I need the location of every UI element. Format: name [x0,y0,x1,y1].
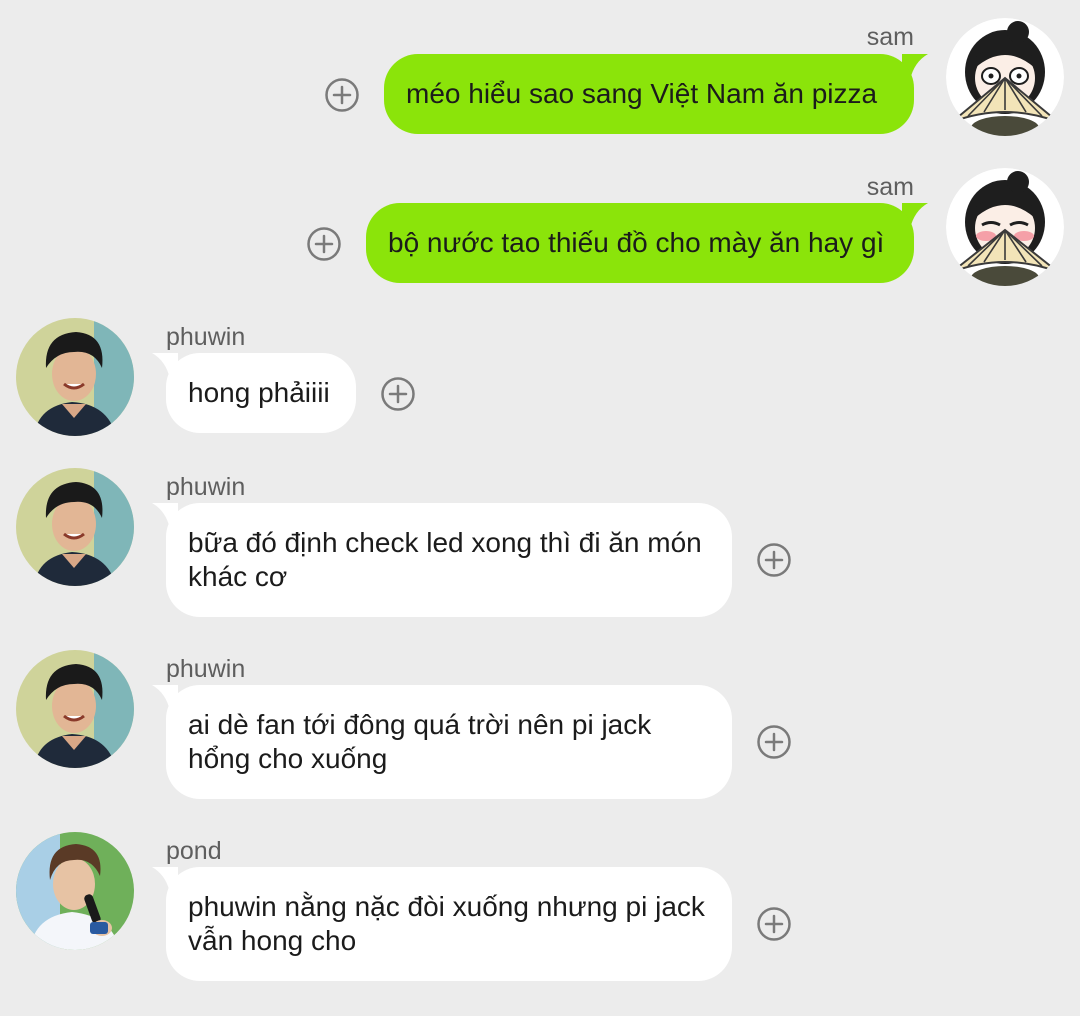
message-text: phuwin nằng nặc đòi xuống nhưng pi jack … [188,891,705,956]
message-text: hong phảiiii [188,377,330,408]
fan-girl-blush-avatar-icon [946,168,1064,286]
message-bubble[interactable]: bộ nước tao thiếu đồ cho mày ăn hay gì [366,203,914,283]
message-bubble[interactable]: bữa đó định check led xong thì đi ăn món… [166,503,732,617]
sender-avatar[interactable] [16,650,134,768]
add-reaction-button[interactable] [306,226,342,262]
add-reaction-icon [757,907,791,941]
fan-girl-avatar-icon [946,18,1064,136]
sender-avatar[interactable] [946,168,1064,286]
add-reaction-icon [757,543,791,577]
add-reaction-button[interactable] [380,376,416,412]
message-bubble[interactable]: phuwin nằng nặc đòi xuống nhưng pi jack … [166,867,732,981]
message-text: bữa đó định check led xong thì đi ăn món… [188,527,702,592]
add-reaction-button[interactable] [756,906,792,942]
message-bubble[interactable]: ai dè fan tới đông quá trời nên pi jack … [166,685,732,799]
sender-avatar[interactable] [16,318,134,436]
sender-name: pond [166,837,222,865]
message-text: ai dè fan tới đông quá trời nên pi jack … [188,709,652,774]
sender-name: phuwin [166,473,246,501]
smiling-man-avatar-icon [16,468,134,586]
sender-avatar[interactable] [16,832,134,950]
smiling-man-avatar-icon [16,650,134,768]
add-reaction-icon [757,725,791,759]
sender-name: phuwin [166,655,246,683]
add-reaction-button[interactable] [756,542,792,578]
sender-name: sam [866,23,914,51]
sender-name: sam [866,173,914,201]
add-reaction-button[interactable] [324,77,360,113]
man-with-microphone-avatar-icon [16,832,134,950]
message-text: bộ nước tao thiếu đồ cho mày ăn hay gì [388,227,885,258]
smiling-man-avatar-icon [16,318,134,436]
sender-avatar[interactable] [16,468,134,586]
sender-name: phuwin [166,323,246,351]
message-bubble[interactable]: méo hiểu sao sang Việt Nam ăn pizza [384,54,914,134]
add-reaction-icon [325,78,359,112]
add-reaction-button[interactable] [756,724,792,760]
message-text: méo hiểu sao sang Việt Nam ăn pizza [406,78,878,109]
message-bubble[interactable]: hong phảiiii [166,353,356,433]
add-reaction-icon [381,377,415,411]
add-reaction-icon [307,227,341,261]
sender-avatar[interactable] [946,18,1064,136]
